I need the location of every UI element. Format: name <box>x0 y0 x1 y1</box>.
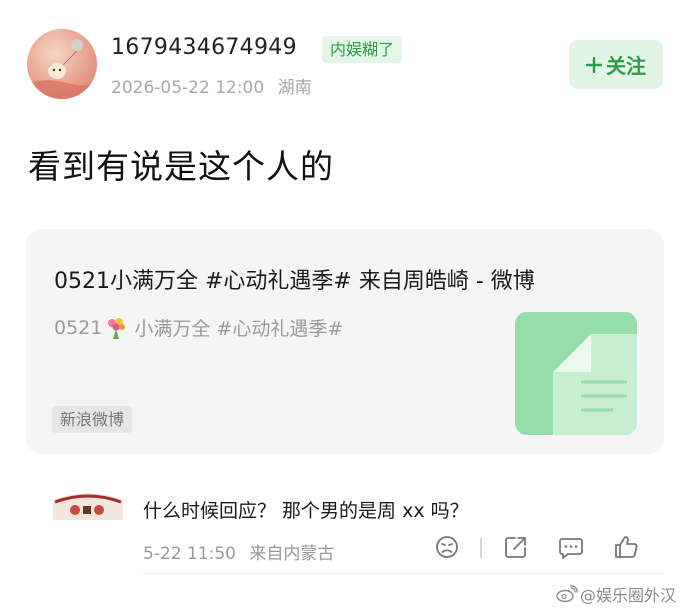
post-body-text: 看到有说是这个人的 <box>28 147 334 186</box>
document-icon <box>553 334 637 435</box>
post-meta: 2026-05-22 12:00 湖南 <box>111 73 312 98</box>
like-icon[interactable] <box>612 533 640 561</box>
share-icon[interactable] <box>502 533 530 561</box>
user-tag-badge: 内娱糊了 <box>322 36 403 63</box>
link-card-description: 0521 小满万全 #心动礼遇季# <box>54 314 343 341</box>
username[interactable]: 1679434674949 <box>111 35 297 60</box>
link-card-title: 0521小满万全 #心动礼遇季# 来自周皓崎 - 微博 <box>54 269 535 294</box>
user-avatar[interactable] <box>27 29 97 99</box>
weibo-watermark: @娱乐圈外汉 <box>556 582 676 606</box>
dislike-icon[interactable] <box>433 533 461 561</box>
comment-meta: 5-22 11:50 来自内蒙古 <box>143 539 334 564</box>
link-card-source-tag: 新浪微博 <box>52 406 133 433</box>
follow-button-label: 关注 <box>606 54 646 78</box>
link-card-desc-suffix: 小满万全 #心动礼遇季# <box>134 318 344 340</box>
watermark-text: @娱乐圈外汉 <box>580 586 677 605</box>
post-timestamp: 2026-05-22 12:00 <box>111 78 265 98</box>
comment-location: 来自内蒙古 <box>249 544 335 564</box>
link-card-desc-prefix: 0521 <box>54 316 103 339</box>
bouquet-icon <box>108 317 126 339</box>
link-preview-card[interactable]: 0521小满万全 #心动礼遇季# 来自周皓崎 - 微博 0521 小满万全 #心… <box>26 229 664 454</box>
comment-text: 什么时候回应？ 那个男的是周 xx 吗？ <box>143 500 469 522</box>
post-location: 湖南 <box>277 78 312 98</box>
commenter-avatar[interactable] <box>53 490 123 520</box>
follow-button[interactable]: 关注 <box>569 40 663 89</box>
actions-divider <box>480 538 482 558</box>
comment-divider <box>143 573 663 574</box>
plus-icon <box>586 56 602 73</box>
avatar-illustration <box>27 39 97 99</box>
weibo-logo-icon <box>556 585 578 603</box>
document-thumbnail <box>515 312 637 435</box>
comment-time: 5-22 11:50 <box>143 544 236 564</box>
commenter-avatar-image <box>53 493 123 520</box>
comment-icon[interactable] <box>557 533 585 561</box>
